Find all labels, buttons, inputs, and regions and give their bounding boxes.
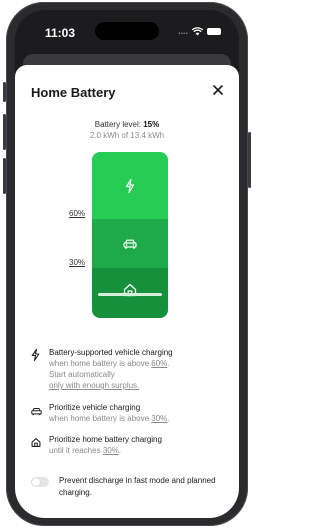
option-threshold[interactable]: 30% — [103, 446, 119, 455]
option-subtitle: until it reaches 30%. — [49, 445, 162, 456]
option-subtitle-prefix: when home battery is above — [49, 414, 152, 423]
phone-screen: 11:03 .... Home Battery Battery level: 1… — [15, 10, 239, 518]
lightning-icon — [31, 348, 40, 362]
signal-dots: .... — [177, 26, 188, 36]
option-subtitle: when home battery is above 60%. — [49, 358, 173, 369]
battery-level-indicator — [98, 293, 162, 296]
action-button — [3, 82, 6, 102]
close-button[interactable] — [209, 81, 227, 99]
toggle-knob — [32, 478, 40, 486]
battery-level-label: Battery level: — [94, 120, 144, 129]
option-subtitle-suffix: . — [167, 414, 170, 423]
sheet-title: Home Battery — [31, 85, 116, 100]
option-battery-supported-charging[interactable]: Battery-supported vehicle charging when … — [31, 347, 227, 391]
battery-capacity-text: 2.0 kWh of 13.4 kWh — [89, 131, 165, 140]
home-battery-sheet: Home Battery Battery level: 15% 2.0 kWh … — [15, 65, 239, 518]
option-start-text: Start automatically — [49, 370, 115, 379]
option-text: Battery-supported vehicle charging when … — [49, 347, 173, 391]
option-title: Battery-supported vehicle charging — [49, 348, 173, 357]
prevent-discharge-label: Prevent discharge in fast mode and plann… — [59, 476, 216, 497]
option-prioritize-vehicle[interactable]: Prioritize vehicle charging when home ba… — [31, 402, 227, 424]
status-icons: .... — [178, 26, 221, 36]
prevent-discharge-toggle[interactable] — [31, 477, 49, 487]
marker-30-label: 30% — [69, 258, 86, 267]
battery-segment-top — [92, 152, 168, 219]
option-surplus-link[interactable]: only with enough surplus. — [49, 380, 173, 391]
battery-segment-middle — [92, 219, 168, 268]
volume-down-button — [3, 158, 6, 194]
option-text: Prioritize vehicle charging when home ba… — [49, 402, 170, 424]
close-icon — [213, 85, 223, 95]
option-icon — [31, 402, 42, 424]
option-title: Prioritize home battery charging — [49, 435, 162, 444]
volume-up-button — [3, 114, 6, 150]
option-subtitle: when home battery is above 30%. — [49, 413, 170, 424]
status-bar: 11:03 .... — [15, 10, 239, 50]
battery-level-line: Battery level: 15% — [15, 120, 239, 129]
power-button — [248, 132, 251, 188]
house-icon — [31, 438, 41, 447]
option-prioritize-home-battery[interactable]: Prioritize home battery charging until i… — [31, 434, 227, 456]
wifi-icon — [192, 26, 203, 35]
option-subtitle-prefix: when home battery is above — [49, 359, 152, 368]
phone-frame: 11:03 .... Home Battery Battery level: 1… — [3, 2, 251, 526]
car-icon — [31, 408, 42, 416]
status-time: 11:03 — [45, 26, 76, 40]
option-subtitle-suffix: . — [167, 359, 170, 368]
option-title: Prioritize vehicle charging — [49, 403, 141, 412]
marker-60-label: 60% — [69, 209, 86, 218]
lightning-icon — [125, 178, 135, 193]
phone-battery-icon — [207, 27, 221, 35]
option-threshold[interactable]: 60% — [151, 359, 167, 368]
battery-level-value: 15% — [143, 120, 160, 129]
battery-graphic — [92, 152, 168, 318]
option-text: Prioritize home battery charging until i… — [49, 434, 162, 456]
option-icon — [31, 347, 41, 391]
option-subtitle-suffix: . — [118, 446, 122, 455]
option-icon — [31, 434, 41, 456]
option-subtitle-prefix: until it reaches — [49, 446, 103, 455]
prevent-discharge-row: Prevent discharge in fast mode and plann… — [31, 475, 227, 499]
dynamic-island — [95, 22, 159, 40]
option-threshold[interactable]: 30% — [151, 414, 167, 423]
car-icon — [123, 239, 137, 249]
